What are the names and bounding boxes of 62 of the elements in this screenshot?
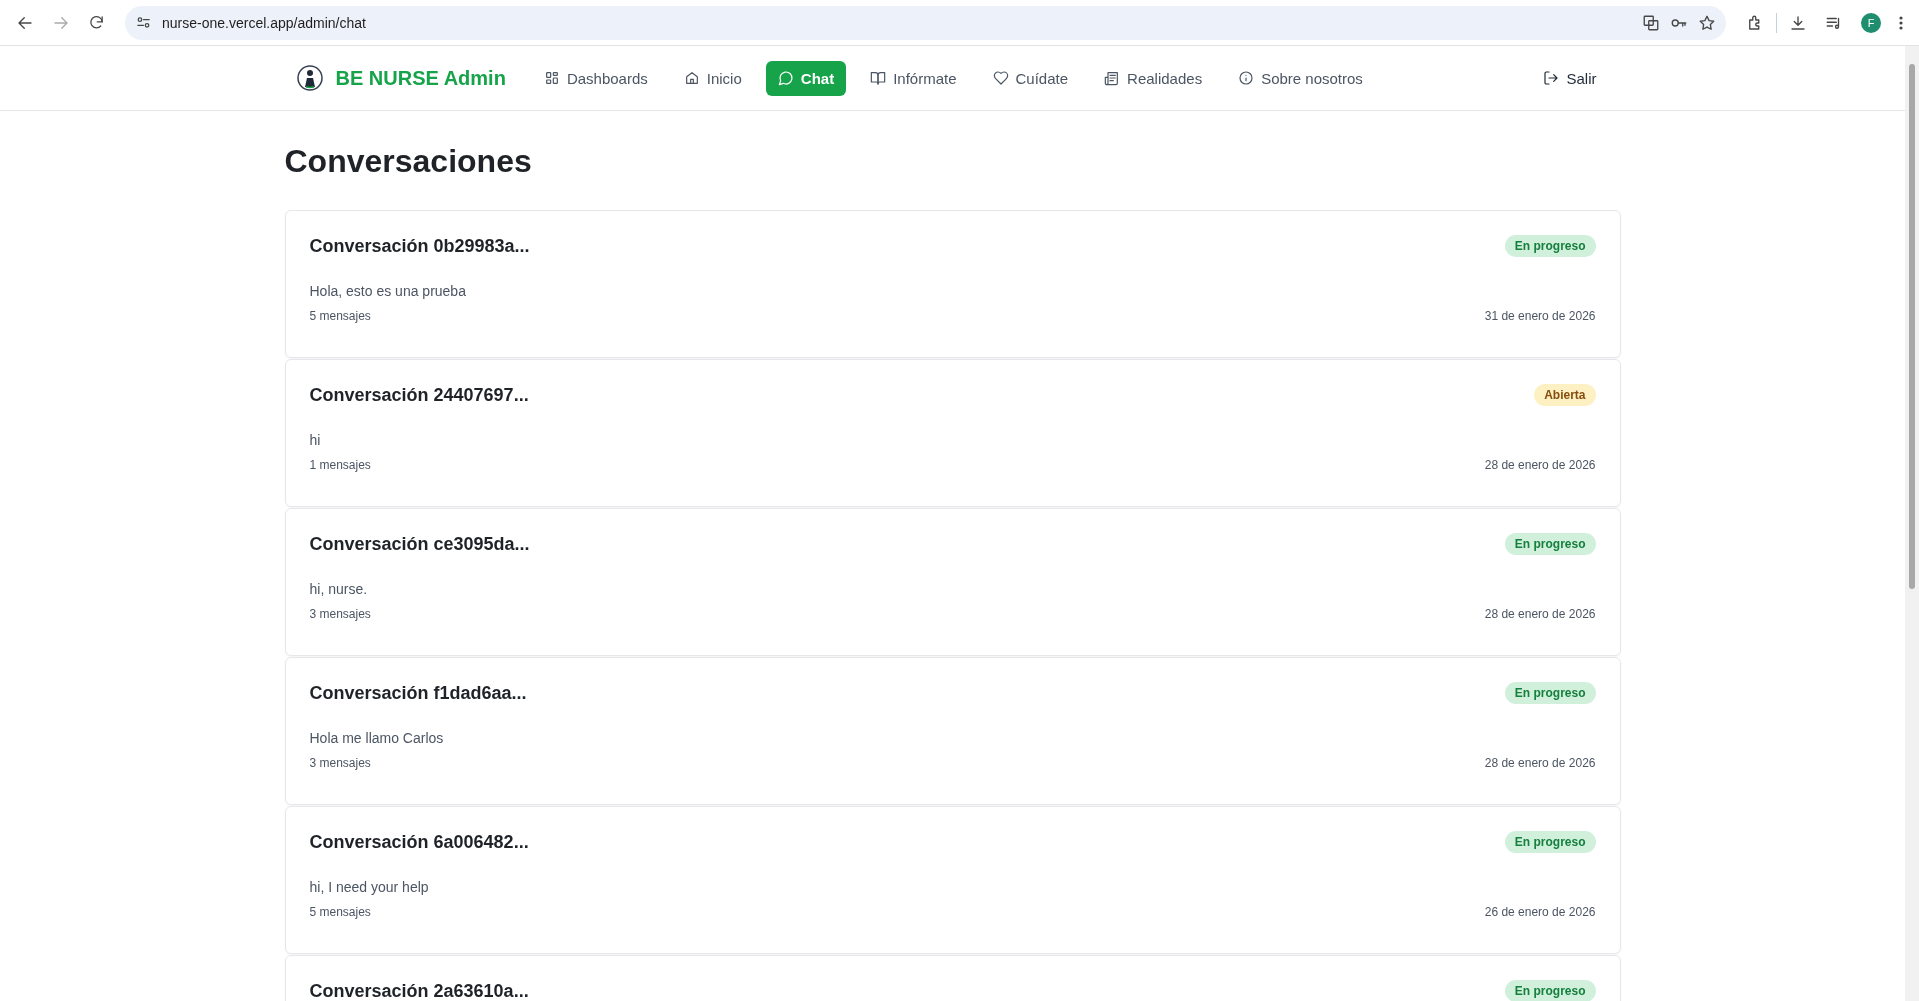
message-count: 5 mensajes xyxy=(309,905,371,919)
conversation-title: Conversación 2a63610a... xyxy=(309,980,529,1001)
status-badge: En progreso xyxy=(1504,533,1596,555)
message-count: 3 mensajes xyxy=(309,607,371,621)
conversation-title: Conversación 24407697... xyxy=(309,384,529,406)
info-icon xyxy=(1238,70,1255,86)
logout-link[interactable]: Salir xyxy=(1531,60,1609,96)
grid-icon xyxy=(543,70,560,86)
message-count: 1 mensajes xyxy=(309,458,371,472)
message-count: 3 mensajes xyxy=(309,756,371,770)
message-preview: hi, nurse. xyxy=(309,581,369,597)
book-icon xyxy=(870,70,887,86)
address-bar[interactable]: nurse-one.vercel.app/admin/chat xyxy=(125,5,1726,40)
page-title: Conversaciones xyxy=(284,143,533,180)
nav-tab[interactable]: Infórmate xyxy=(858,60,969,96)
home-icon xyxy=(683,70,700,86)
star-icon xyxy=(1698,13,1716,32)
status-badge: En progreso xyxy=(1504,980,1596,1001)
conversation-title: Conversación 0b29983a... xyxy=(309,235,530,257)
nurse-logo-icon xyxy=(296,65,323,91)
nav-tab[interactable]: Dashboards xyxy=(531,60,660,96)
download-icon xyxy=(1789,13,1807,32)
conversation-card[interactable]: Conversación 2a63610a... En progreso xyxy=(284,955,1621,1001)
heart-icon xyxy=(992,70,1009,86)
conversation-card[interactable]: Conversación 6a006482... En progreso hi, I need your help 5 mensajes 26 de enero de 2026 xyxy=(284,806,1621,954)
profile-initial: F xyxy=(1861,12,1881,33)
nav-tab[interactable]: Cuídate xyxy=(980,60,1081,96)
message-preview: hi, I need your help xyxy=(309,879,430,895)
message-preview: Hola me llamo Carlos xyxy=(309,730,445,746)
site-settings-icon xyxy=(135,14,152,31)
translate-icon xyxy=(1642,13,1660,32)
conversation-card[interactable]: Conversación ce3095da... En progreso hi, nurse. 3 mensajes 28 de enero de 2026 xyxy=(284,508,1621,656)
reload-icon xyxy=(88,14,105,31)
conversation-date: 26 de enero de 2026 xyxy=(1484,905,1596,919)
conversation-title: Conversación f1dad6aa... xyxy=(309,682,527,704)
conversation-card[interactable]: Conversación 0b29983a... En progreso Hola, esto es una prueba 5 mensajes 31 de enero de 2026 xyxy=(284,210,1621,358)
conversation-card[interactable]: Conversación 24407697... Abierta hi 1 mensajes 28 de enero de 2026 xyxy=(284,359,1621,507)
conversation-title: Conversación 6a006482... xyxy=(309,831,529,853)
scrollbar[interactable] xyxy=(1905,46,1919,1001)
newspaper-icon xyxy=(1104,70,1121,86)
conversation-card[interactable]: Conversación f1dad6aa... En progreso Hola me llamo Carlos 3 mensajes 28 de enero de 2026 xyxy=(284,657,1621,805)
status-badge: En progreso xyxy=(1504,235,1596,257)
chat-bubble-icon xyxy=(777,70,794,86)
message-preview: Hola, esto es una prueba xyxy=(309,283,467,299)
logout-icon xyxy=(1543,70,1560,86)
conversation-date: 28 de enero de 2026 xyxy=(1484,607,1596,621)
profile-button[interactable]: F xyxy=(1855,6,1887,39)
conversation-title: Conversación ce3095da... xyxy=(309,533,530,555)
url-text: nurse-one.vercel.app/admin/chat xyxy=(162,14,367,31)
conversation-date: 28 de enero de 2026 xyxy=(1484,756,1596,770)
conversation-date: 31 de enero de 2026 xyxy=(1484,309,1596,323)
nav-tab[interactable]: Realidades xyxy=(1092,60,1215,96)
message-count: 5 mensajes xyxy=(309,309,371,323)
nav-tab[interactable]: Inicio xyxy=(671,60,754,96)
menu-icon xyxy=(1899,15,1903,30)
brand-title: BE NURSE Admin xyxy=(335,66,506,90)
status-badge: Abierta xyxy=(1534,384,1596,406)
nav-tab[interactable]: Sobre nosotros xyxy=(1226,60,1375,96)
status-badge: En progreso xyxy=(1504,831,1596,853)
conversation-date: 28 de enero de 2026 xyxy=(1484,458,1596,472)
message-preview: hi xyxy=(309,432,322,448)
status-badge: En progreso xyxy=(1504,682,1596,704)
